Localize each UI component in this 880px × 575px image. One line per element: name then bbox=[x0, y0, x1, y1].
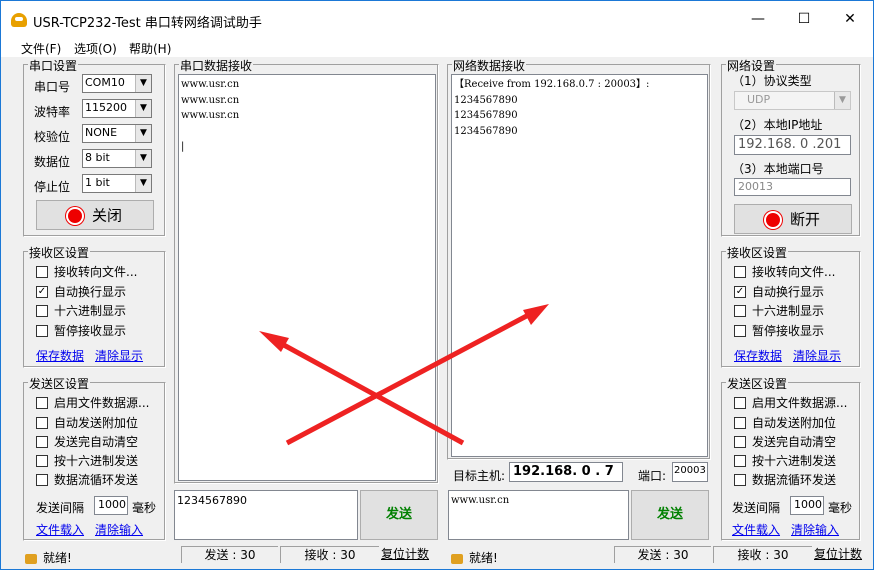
arrow-to-serial-recv bbox=[259, 331, 465, 446]
arrow-to-net-recv bbox=[285, 304, 549, 446]
annotation-arrows bbox=[259, 304, 549, 446]
app-window: USR-TCP232-Test 串口转网络调试助手 — ☐ ✕ 文件(F) 选项… bbox=[0, 0, 874, 570]
